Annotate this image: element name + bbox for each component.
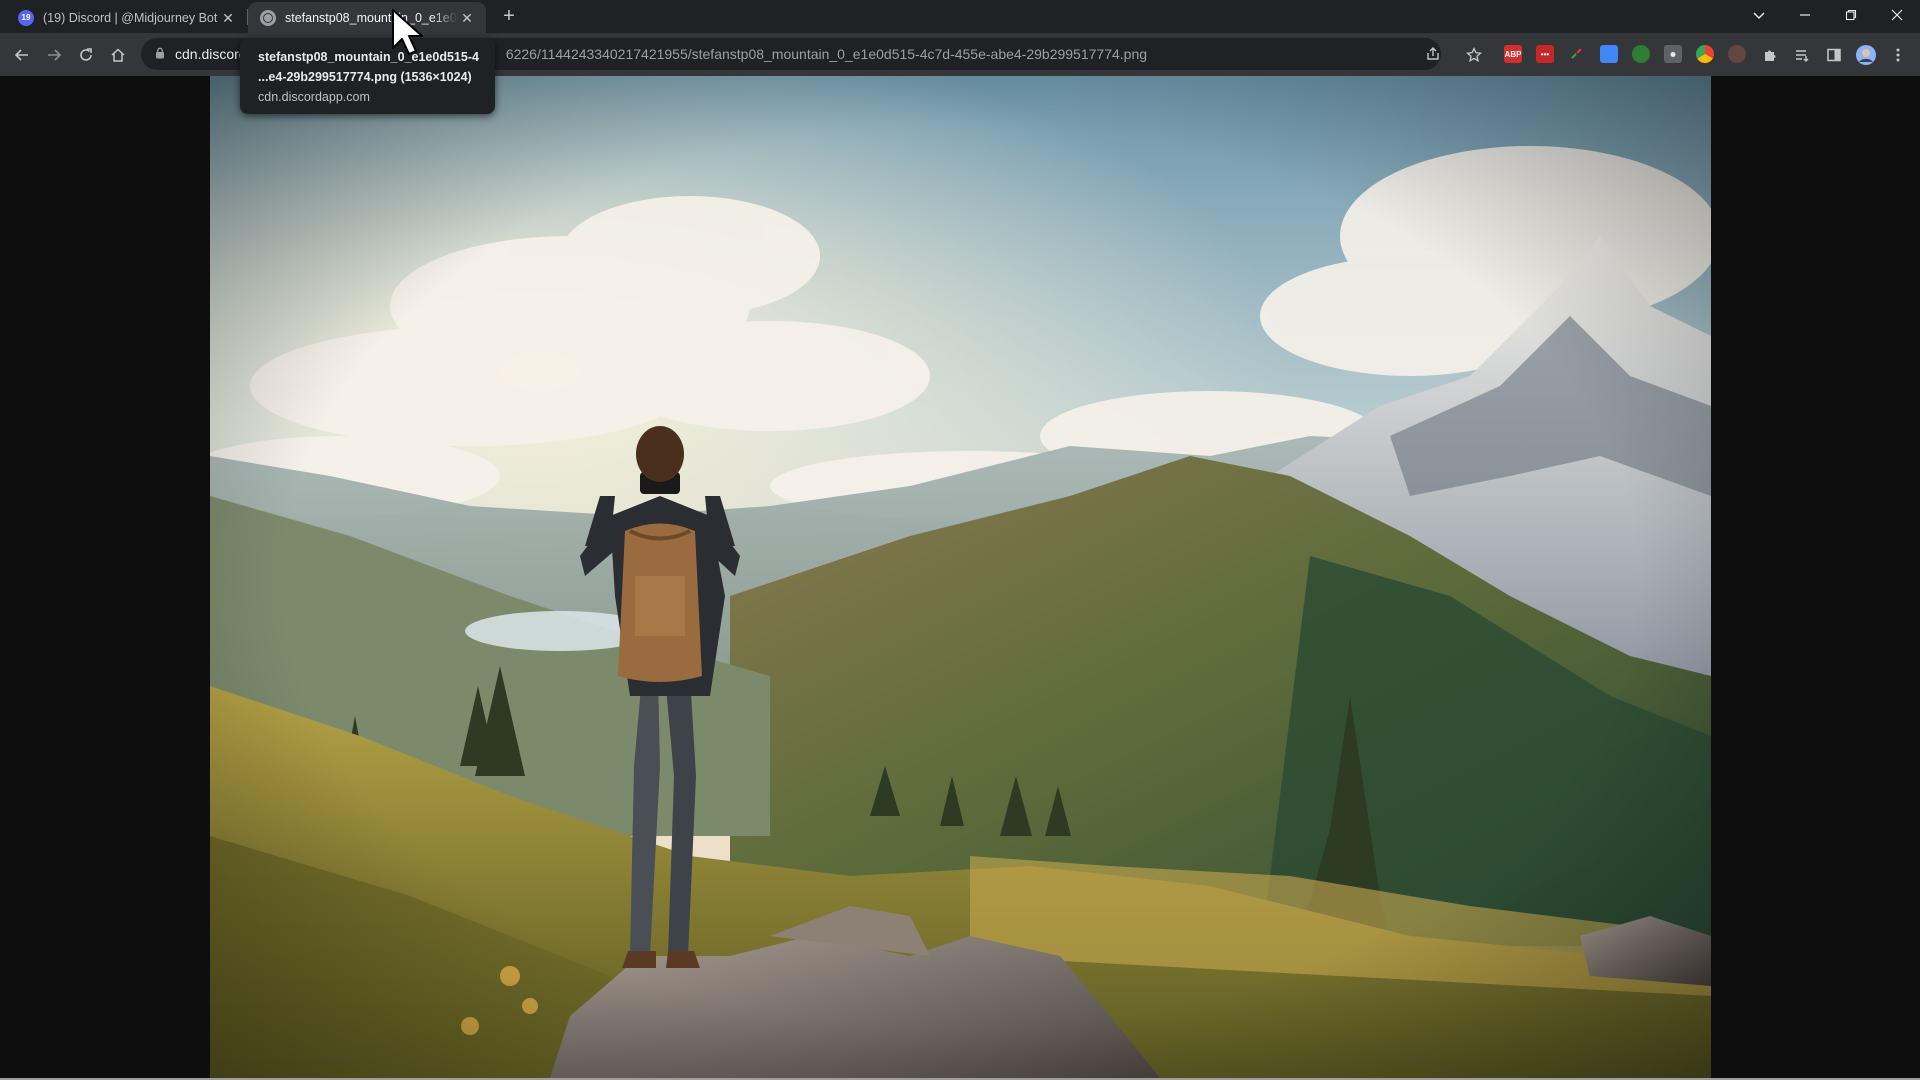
tab-image[interactable]: stefanstp08_mountain_0_e1e0d515-4c7d-455… <box>248 2 486 33</box>
window-close-icon[interactable] <box>1874 0 1920 30</box>
tab-title: (19) Discord | @Midjourney Bot <box>43 10 218 25</box>
page-viewport <box>0 76 1920 1080</box>
mouse-cursor-icon <box>392 9 423 55</box>
camera-icon[interactable] <box>1664 45 1682 63</box>
forward-arrow-icon[interactable] <box>40 41 68 69</box>
new-tab-button[interactable]: + <box>497 6 521 28</box>
adblock-plus-icon[interactable]: ABP <box>1504 45 1522 63</box>
extensions-puzzle-icon[interactable] <box>1756 41 1784 69</box>
close-icon[interactable]: ✕ <box>219 9 237 27</box>
grammar-icon[interactable] <box>1632 45 1650 63</box>
tab-hover-card: stefanstp08_mountain_0_e1e0d515-4 ...e4-… <box>240 38 495 114</box>
color-picker-icon[interactable] <box>1568 45 1586 63</box>
back-arrow-icon[interactable] <box>8 41 36 69</box>
displayed-image[interactable] <box>210 76 1711 1078</box>
reading-list-icon[interactable] <box>1788 41 1816 69</box>
url-path: 6226/1144243340217421955/stefanstp08_mou… <box>505 46 1148 62</box>
globe-icon <box>260 9 276 26</box>
tab-strip: (19) Discord | @Midjourney Bot ✕ stefans… <box>0 0 1920 33</box>
share-icon[interactable] <box>1425 38 1441 70</box>
tooltip-domain: cdn.discordapp.com <box>258 90 370 104</box>
profile-avatar[interactable] <box>1852 41 1880 69</box>
tab-title: stefanstp08_mountain_0_e1e0d515-4c7d-455… <box>285 10 458 25</box>
close-icon[interactable]: ✕ <box>458 9 476 27</box>
lastpass-icon[interactable]: ••• <box>1536 45 1554 63</box>
side-panel-icon[interactable] <box>1820 41 1848 69</box>
lock-icon[interactable] <box>155 47 165 62</box>
translate-icon[interactable] <box>1600 45 1618 63</box>
tab-discord[interactable]: (19) Discord | @Midjourney Bot ✕ <box>0 2 247 33</box>
home-icon[interactable] <box>104 41 132 69</box>
reload-icon[interactable] <box>72 41 100 69</box>
more-menu-icon[interactable] <box>1884 41 1912 69</box>
bookmark-star-icon[interactable] <box>1460 41 1488 69</box>
chrome-ext-icon[interactable] <box>1696 45 1714 63</box>
discord-icon <box>18 9 34 26</box>
tooltip-filename-line2: ...e4-29b299517774.png (1536×1024) <box>258 70 472 84</box>
url-host: cdn.discorc <box>175 46 246 62</box>
tab-search-icon[interactable] <box>1736 0 1782 30</box>
tooltip-filename-line1: stefanstp08_mountain_0_e1e0d515-4 <box>258 50 479 64</box>
earth-icon[interactable] <box>1728 45 1746 63</box>
restore-icon[interactable] <box>1828 0 1874 30</box>
minimize-icon[interactable] <box>1782 0 1828 30</box>
